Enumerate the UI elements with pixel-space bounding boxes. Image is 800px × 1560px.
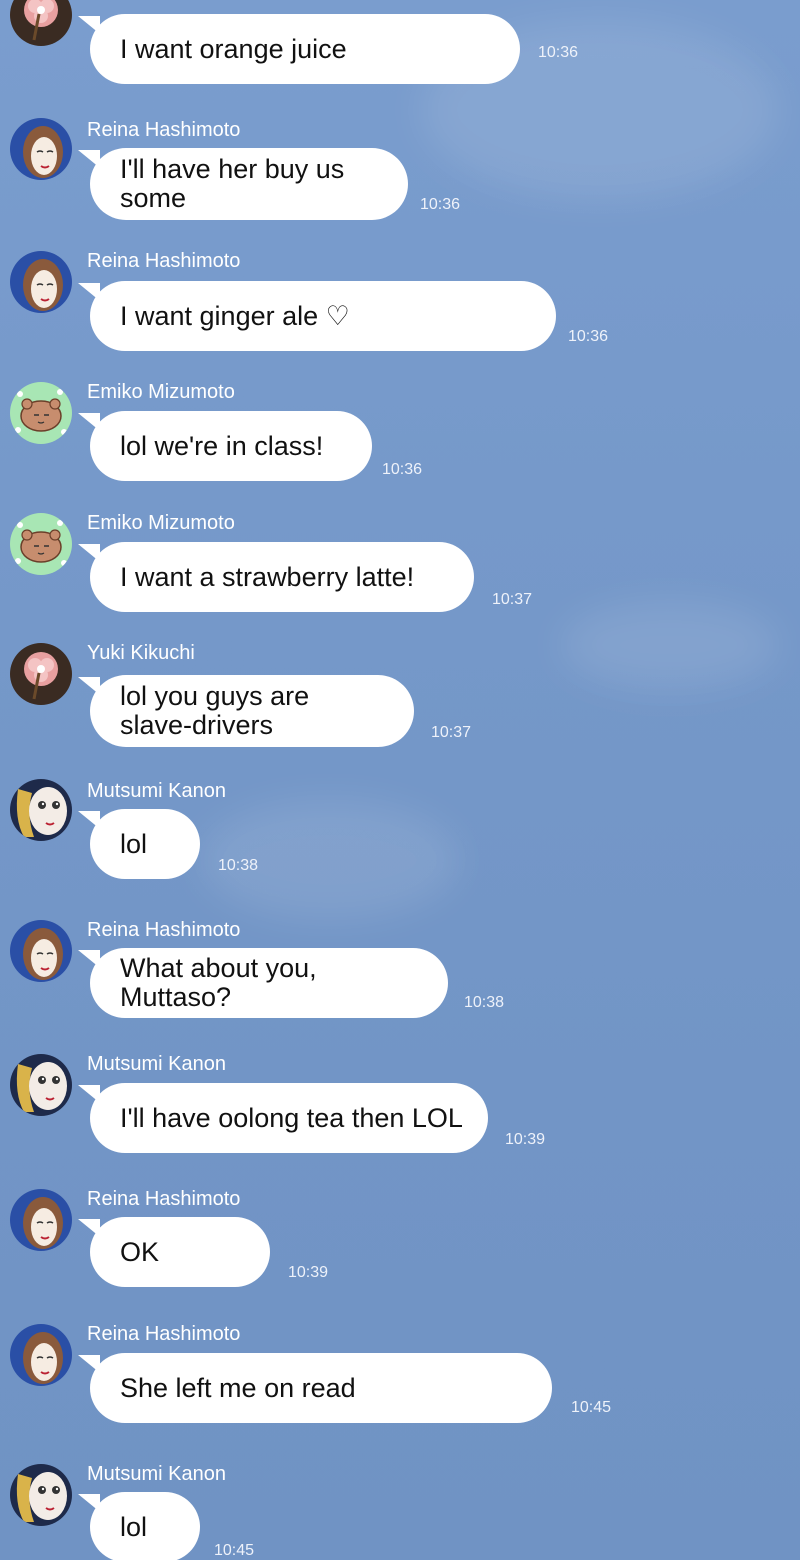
chat-message: I want orange juice 10:36 <box>0 0 800 84</box>
sender-name: Mutsumi Kanon <box>87 1053 226 1075</box>
reina-avatar-icon[interactable] <box>10 251 72 313</box>
chat-message: Reina Hashimoto What about you, Muttaso? 1… <box>0 918 800 1018</box>
reina-avatar-icon[interactable] <box>10 1189 72 1251</box>
message-bubble[interactable]: What about you, Muttaso? <box>78 948 448 1018</box>
message-text: I want ginger ale ♡ <box>120 300 350 331</box>
chat-message: Mutsumi Kanon lol 10:38 <box>0 779 800 879</box>
chat-message: Reina Hashimoto She left me on read 10:45 <box>0 1322 800 1423</box>
chat-message: Reina Hashimoto I'll have her buy us some… <box>0 118 800 220</box>
message-text: lol you guys are slave-drivers <box>120 681 310 740</box>
message-timestamp: 10:45 <box>571 1399 612 1416</box>
chat-message: Yuki Kikuchi lol you guys are slave-drive… <box>0 641 800 747</box>
message-text: lol we're in class! <box>120 430 324 461</box>
message-timestamp: 10:36 <box>382 461 423 478</box>
sender-name: Reina Hashimoto <box>87 119 241 141</box>
mutsumi-avatar-icon[interactable] <box>10 779 72 841</box>
message-text: lol <box>120 1511 148 1542</box>
chat-message: Mutsumi Kanon I'll have oolong tea then L… <box>0 1052 800 1153</box>
chat-message: Reina Hashimoto OK 10:39 <box>0 1187 800 1287</box>
message-bubble[interactable]: I'll have oolong tea then LOL <box>78 1083 488 1153</box>
sender-name: Mutsumi Kanon <box>87 780 226 802</box>
message-timestamp: 10:37 <box>492 591 533 608</box>
message-timestamp: 10:36 <box>568 328 609 345</box>
chat-message: Mutsumi Kanon lol 10:45 <box>0 1462 800 1560</box>
sender-name: Reina Hashimoto <box>87 1188 241 1210</box>
message-timestamp: 10:39 <box>288 1264 329 1281</box>
message-text: She left me on read <box>120 1372 356 1403</box>
chat-message-list[interactable]: I want orange juice 10:36 Reina Hashimoto I… <box>0 0 800 1560</box>
message-text: OK <box>120 1236 160 1267</box>
message-bubble[interactable]: She left me on read <box>78 1353 552 1423</box>
message-timestamp: 10:36 <box>420 196 461 213</box>
message-text: What about you, Muttaso? <box>120 953 325 1012</box>
message-timestamp: 10:36 <box>538 44 579 61</box>
message-bubble[interactable]: OK <box>78 1217 270 1287</box>
message-text: I want a strawberry latte! <box>120 561 415 592</box>
message-timestamp: 10:39 <box>505 1131 546 1148</box>
emiko-avatar-icon[interactable] <box>10 513 72 575</box>
chat-message: Emiko Mizumoto I want a strawberry latte!… <box>0 511 800 612</box>
sender-name: Mutsumi Kanon <box>87 1463 226 1485</box>
reina-avatar-icon[interactable] <box>10 118 72 180</box>
sender-name: Reina Hashimoto <box>87 919 241 941</box>
mutsumi-avatar-icon[interactable] <box>10 1464 72 1526</box>
mutsumi-avatar-icon[interactable] <box>10 1054 72 1116</box>
sender-name: Reina Hashimoto <box>87 250 241 272</box>
message-timestamp: 10:38 <box>218 857 259 874</box>
yuki-avatar-icon[interactable] <box>10 643 72 705</box>
reina-avatar-icon[interactable] <box>10 920 72 982</box>
message-text: I want orange juice <box>120 33 347 64</box>
message-bubble[interactable]: I want orange juice <box>78 14 520 84</box>
message-text: I'll have oolong tea then LOL <box>120 1102 463 1133</box>
sender-name: Emiko Mizumoto <box>87 512 235 534</box>
message-timestamp: 10:38 <box>464 994 505 1011</box>
message-timestamp: 10:37 <box>431 724 472 741</box>
yuki-avatar-icon[interactable] <box>10 0 72 46</box>
message-bubble[interactable]: lol <box>78 1492 200 1560</box>
chat-message: Reina Hashimoto I want ginger ale ♡ 10:36 <box>0 249 800 351</box>
reina-avatar-icon[interactable] <box>10 1324 72 1386</box>
message-bubble[interactable]: I'll have her buy us some <box>78 148 408 220</box>
message-text: I'll have her buy us some <box>120 154 345 213</box>
message-bubble[interactable]: I want ginger ale ♡ <box>78 281 556 351</box>
message-bubble[interactable]: I want a strawberry latte! <box>78 542 474 612</box>
message-timestamp: 10:45 <box>214 1542 255 1559</box>
sender-name: Emiko Mizumoto <box>87 381 235 403</box>
message-bubble[interactable]: lol we're in class! <box>78 411 372 481</box>
chat-message: Emiko Mizumoto lol we're in class! 10:36 <box>0 380 800 481</box>
sender-name: Reina Hashimoto <box>87 1323 241 1345</box>
sender-name: Yuki Kikuchi <box>87 642 195 664</box>
message-bubble[interactable]: lol you guys are slave-drivers <box>78 675 414 747</box>
emiko-avatar-icon[interactable] <box>10 382 72 444</box>
message-bubble[interactable]: lol <box>78 809 200 879</box>
message-text: lol <box>120 828 148 859</box>
